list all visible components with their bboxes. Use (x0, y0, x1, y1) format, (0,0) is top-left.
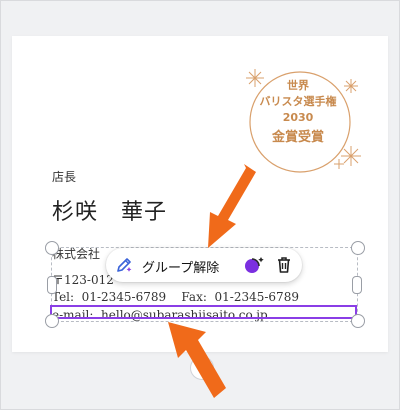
magic-pencil-icon[interactable] (114, 255, 134, 275)
floating-toolbar: グループ解除 (106, 248, 302, 282)
resize-handle-left[interactable] (47, 276, 57, 294)
seal-line-1: 世界 (287, 79, 309, 92)
seal-line-3: 2030 (282, 111, 314, 124)
annotation-arrow-down-icon (208, 164, 256, 248)
seal-line-4: 金賞受賞 (271, 130, 324, 145)
resize-handle-bottom-left[interactable] (45, 314, 59, 328)
email-selection-outline (50, 305, 357, 319)
job-title[interactable]: 店長 (52, 168, 76, 185)
resize-handle-bottom-right[interactable] (351, 314, 365, 328)
resize-handle-top-right[interactable] (351, 241, 365, 255)
sparkle-comment-icon[interactable] (242, 255, 266, 275)
resize-handle-right[interactable] (352, 276, 362, 294)
ungroup-button[interactable]: グループ解除 (142, 257, 219, 276)
annotation-arrow-up-icon (168, 322, 226, 398)
person-name[interactable]: 杉咲 華子 (52, 194, 167, 226)
seal-line-2: バリスタ選手権 (259, 95, 337, 108)
resize-handle-top-left[interactable] (45, 241, 59, 255)
trash-icon[interactable] (274, 255, 294, 275)
